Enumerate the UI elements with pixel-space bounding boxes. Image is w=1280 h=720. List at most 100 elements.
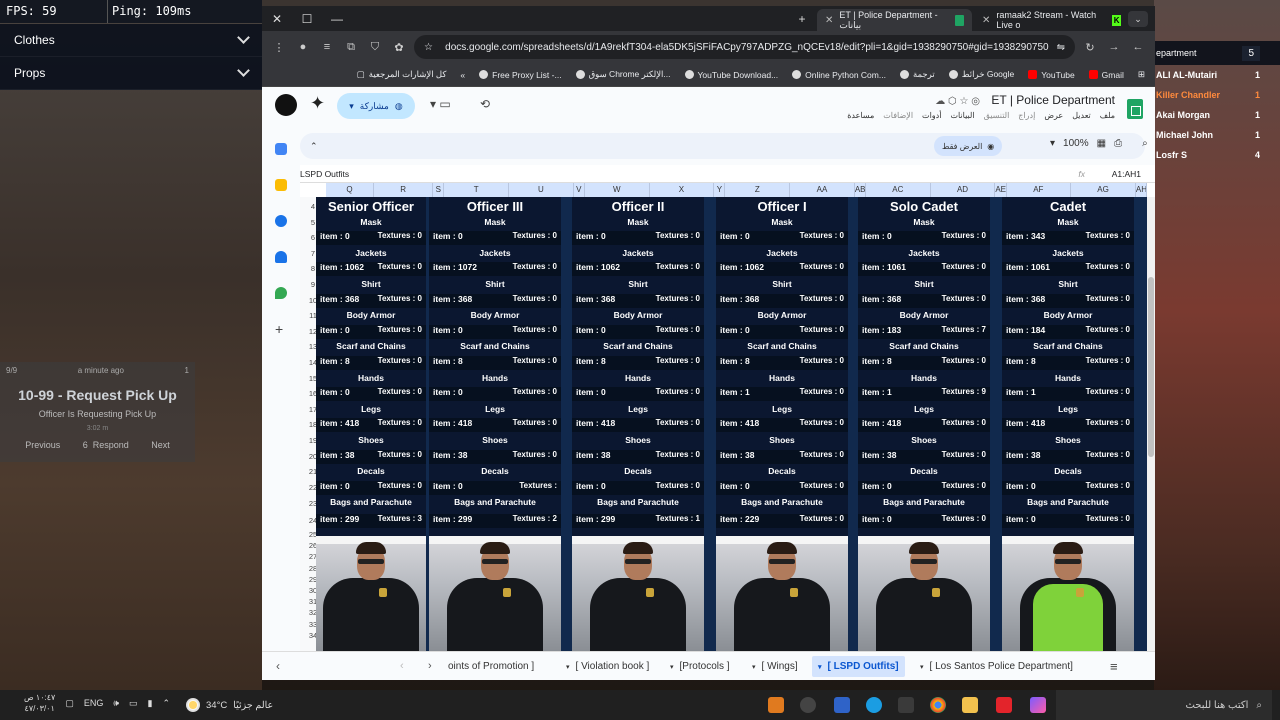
- meet-icon[interactable]: ▾ ▭: [430, 97, 451, 111]
- tab-search-icon[interactable]: ⌄: [1128, 11, 1148, 27]
- column-header[interactable]: X: [650, 183, 715, 197]
- column-header[interactable]: AC: [866, 183, 931, 197]
- named-range[interactable]: LSPD Outfits: [300, 169, 349, 179]
- tab-sheets[interactable]: ✕ ET | Police Department - بيانات: [817, 9, 972, 31]
- menu-format[interactable]: التنسيق: [984, 111, 1010, 120]
- sheets-logo-icon[interactable]: [1127, 99, 1143, 119]
- volume-icon[interactable]: 🕪: [113, 698, 119, 709]
- forward-icon[interactable]: →: [1105, 41, 1123, 53]
- all-sheets-icon[interactable]: ≡: [1110, 659, 1118, 674]
- tab-scroll-left-icon[interactable]: ‹: [400, 660, 404, 672]
- language-indicator[interactable]: ENG: [84, 698, 104, 708]
- contacts-icon[interactable]: [275, 251, 287, 263]
- menu-clothes[interactable]: Clothes: [0, 24, 262, 57]
- tray-overflow-icon[interactable]: ⌃: [163, 698, 171, 709]
- column-header[interactable]: AF: [1007, 183, 1072, 197]
- column-header[interactable]: S: [433, 183, 445, 197]
- column-header[interactable]: Y: [714, 183, 726, 197]
- tasks-icon[interactable]: [275, 215, 287, 227]
- scroll-thumb[interactable]: [1148, 277, 1154, 457]
- column-header[interactable]: T: [444, 183, 510, 197]
- column-header[interactable]: AE: [995, 183, 1007, 197]
- file-explorer-app-icon[interactable]: [962, 697, 978, 713]
- menu-props[interactable]: Props: [0, 57, 262, 90]
- search-menus-icon[interactable]: ⌕: [1142, 138, 1148, 149]
- bookmark-item[interactable]: Gmail: [1088, 70, 1124, 80]
- menu-data[interactable]: البيانات: [950, 111, 974, 120]
- respond-button[interactable]: 6 Respond: [83, 440, 129, 450]
- notification-icon[interactable]: ▢: [65, 698, 74, 709]
- zoom-control[interactable]: ▾ 100% ▦ ⎙ ⌕: [1050, 138, 1148, 149]
- tab-kick[interactable]: ✕ ramaak2 Stream - Watch Live o K: [974, 9, 1129, 31]
- column-header[interactable]: AH: [1136, 183, 1148, 197]
- chrome-app-icon[interactable]: [930, 697, 946, 713]
- bookmark-item[interactable]: Free Proxy List -...: [479, 70, 562, 80]
- tab-lspd-outfits[interactable]: ▾[ LSPD Outfits]: [812, 656, 905, 677]
- battery-icon[interactable]: ▮: [148, 698, 153, 709]
- minimize-window-icon[interactable]: —: [322, 12, 352, 26]
- bookmark-item[interactable]: YouTube Download...: [684, 70, 778, 80]
- menu-edit[interactable]: تعديل: [1072, 111, 1091, 120]
- next-button[interactable]: Next: [151, 440, 170, 450]
- chevron-left-icon[interactable]: ‹: [276, 659, 280, 673]
- cell-reference[interactable]: A1:AH1: [1112, 169, 1141, 179]
- network-icon[interactable]: ▭: [129, 698, 138, 709]
- spreadsheet-grid[interactable]: Q R S T U V W X Y Z AA AB AC AD AE AF AG AH 4 5 6 7 8 9 10 11 12 1…: [300, 183, 1155, 651]
- bookmark-item[interactable]: Online Python Com...: [792, 70, 886, 80]
- collapse-toolbar-icon[interactable]: ⌃: [310, 141, 318, 152]
- account-avatar[interactable]: [275, 94, 297, 116]
- extensions-icon[interactable]: ⧉: [342, 41, 360, 54]
- calendar-icon[interactable]: [275, 143, 287, 155]
- copilot-app-icon[interactable]: [1030, 697, 1046, 713]
- close-window-icon[interactable]: ✕: [262, 12, 292, 26]
- bookmark-item[interactable]: YouTube: [1028, 70, 1075, 80]
- extension-icon[interactable]: ✿: [390, 41, 408, 54]
- keep-icon[interactable]: [275, 179, 287, 191]
- column-header[interactable]: Z: [725, 183, 791, 197]
- bookmark-star-icon[interactable]: ☆: [424, 42, 433, 53]
- tab-wings[interactable]: ▾[ Wings]: [746, 656, 804, 677]
- edge-app-icon[interactable]: [866, 697, 882, 713]
- store-app-icon[interactable]: [768, 697, 784, 713]
- previous-button[interactable]: Previous: [25, 440, 60, 450]
- menu-tools[interactable]: أدوات: [922, 111, 941, 120]
- profile-icon[interactable]: ●: [294, 41, 312, 53]
- reload-icon[interactable]: ↻: [1081, 41, 1099, 54]
- bookmarks-overflow-icon[interactable]: «: [460, 70, 465, 80]
- menu-insert[interactable]: إدراج: [1018, 111, 1035, 120]
- column-header[interactable]: V: [574, 183, 585, 197]
- tab-los-santos-police-department[interactable]: ▾[ Los Santos Police Department]: [914, 656, 1079, 677]
- column-header[interactable]: AD: [931, 183, 996, 197]
- new-tab-icon[interactable]: +: [787, 12, 817, 26]
- bookmark-item[interactable]: سوق Chrome الإلكتر...: [575, 69, 671, 80]
- column-header[interactable]: Q: [326, 183, 375, 197]
- clock[interactable]: ١٠:٤٧ ص ٤٧/٠٣/٠١: [24, 692, 55, 714]
- youtube-app-icon[interactable]: [996, 697, 1012, 713]
- menu-help[interactable]: مساعدة: [847, 111, 874, 120]
- gemini-spark-icon[interactable]: ✦: [310, 93, 325, 114]
- close-tab-icon[interactable]: ✕: [982, 15, 990, 26]
- vertical-scrollbar[interactable]: [1147, 197, 1155, 651]
- add-addon-icon[interactable]: +: [275, 321, 283, 337]
- history-icon[interactable]: ⟲: [480, 97, 490, 111]
- column-header[interactable]: R: [374, 183, 434, 197]
- format-paint-icon[interactable]: ▦: [1097, 138, 1106, 149]
- bookmark-item[interactable]: ترجمة: [899, 69, 935, 80]
- menu-view[interactable]: عرض: [1044, 111, 1063, 120]
- menu-file[interactable]: ملف: [1100, 111, 1115, 120]
- settings-app-icon[interactable]: [898, 697, 914, 713]
- address-bar[interactable]: ☆ docs.google.com/spreadsheets/d/1A9rekf…: [414, 35, 1075, 59]
- weather-widget[interactable]: 34°C عالم جزئيًا: [186, 698, 273, 712]
- column-header[interactable]: AB: [855, 183, 866, 197]
- bookmark-item[interactable]: خرائط Google: [948, 69, 1014, 80]
- menu-dots-icon[interactable]: ⋮: [270, 41, 288, 54]
- all-bookmarks[interactable]: ▢ كل الإشارات المرجعية: [357, 69, 447, 80]
- shield-extension-icon[interactable]: ⛉: [366, 41, 384, 54]
- maximize-window-icon[interactable]: ☐: [292, 12, 322, 26]
- close-tab-icon[interactable]: ✕: [825, 15, 833, 26]
- back-icon[interactable]: ←: [1129, 41, 1147, 53]
- media-icon[interactable]: ≡: [318, 41, 336, 53]
- view-only-badge[interactable]: العرض فقط ◉: [934, 136, 1003, 156]
- obs-app-icon[interactable]: [800, 697, 816, 713]
- maps-icon[interactable]: [275, 287, 287, 299]
